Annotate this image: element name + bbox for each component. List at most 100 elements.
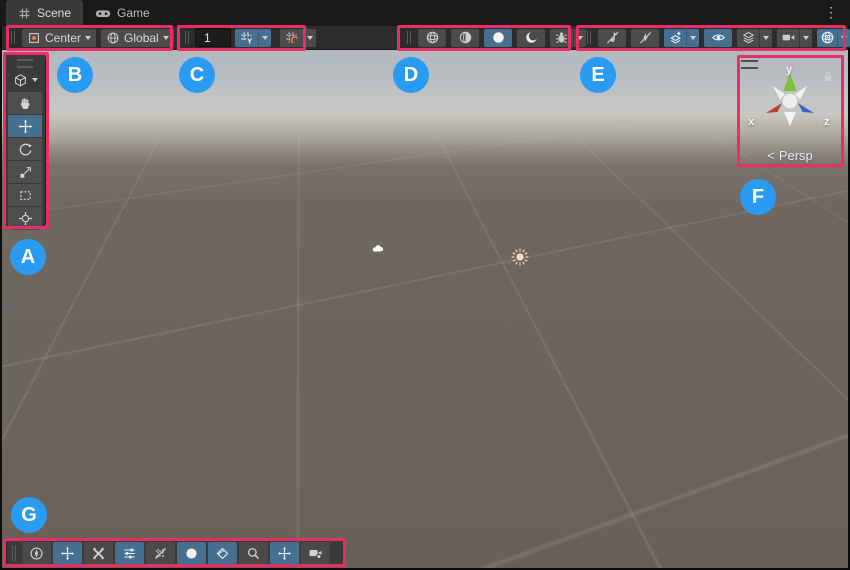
- overlays-toolbar: [6, 540, 345, 566]
- unity-editor-scene-window: Scene Game ⋮ Center Global 1 Y y x z < P…: [0, 0, 850, 570]
- move-tool[interactable]: [8, 115, 42, 138]
- scene-orientation-gizmo[interactable]: [758, 70, 822, 130]
- search-settings-toggle-button[interactable]: [115, 542, 144, 564]
- crescent-mode-button[interactable]: [516, 27, 546, 48]
- drag-handle[interactable]: [12, 545, 16, 561]
- pivot-mode-dropdown[interactable]: Center: [21, 27, 98, 48]
- drag-handle[interactable]: [407, 31, 411, 44]
- snap-increment-input[interactable]: [195, 28, 231, 47]
- shaded-sphere-button[interactable]: [450, 27, 480, 48]
- scale-tool[interactable]: [8, 161, 42, 184]
- layers-dropdown[interactable]: [759, 27, 773, 48]
- projection-arrow-icon: <: [767, 148, 775, 163]
- grid-snapping-compound: [279, 27, 317, 48]
- drag-handle[interactable]: [185, 31, 189, 44]
- gizmos-button[interactable]: [816, 27, 837, 48]
- tool-settings-x-icon: [93, 547, 104, 559]
- debug-draw-button[interactable]: [549, 27, 573, 48]
- wireframe-sphere-icon: [426, 31, 438, 44]
- sliders-icon: [124, 548, 135, 558]
- more-menu-icon[interactable]: ⋮: [824, 3, 838, 21]
- snap-increment-button[interactable]: Y: [234, 27, 258, 48]
- horizon-fog: [2, 114, 848, 166]
- directional-light-gizmo-icon[interactable]: [509, 246, 531, 268]
- hand-icon: [20, 97, 29, 109]
- gizmos-dropdown[interactable]: [837, 27, 850, 48]
- tool-context-dropdown[interactable]: [5, 71, 45, 89]
- camera-settings-dropdown[interactable]: [799, 27, 813, 48]
- scene-visibility-eye-icon: [711, 34, 725, 41]
- grid-snap-toggle-button[interactable]: [146, 542, 175, 564]
- drag-handle[interactable]: [587, 31, 591, 44]
- scene-toggles-toggle-button[interactable]: [208, 542, 237, 564]
- effects-mute-icon: [639, 32, 651, 44]
- rect-tool[interactable]: [8, 184, 42, 207]
- projection-toggle[interactable]: < Persp: [738, 148, 842, 163]
- game-gamepad-icon: [95, 9, 111, 17]
- magnifier-icon: [247, 547, 260, 559]
- object-gizmo-icon[interactable]: [371, 242, 385, 254]
- scene-fx-compound: [663, 27, 700, 48]
- tab-scene-label: Scene: [37, 6, 72, 20]
- scene-toolbar-row: Center Global 1 Y: [2, 26, 850, 50]
- axis-z-label[interactable]: z: [824, 116, 830, 128]
- filled-circle-icon: [492, 32, 504, 43]
- grid-snapping-button[interactable]: [279, 27, 303, 48]
- scene-fx-dropdown[interactable]: [686, 27, 700, 48]
- tool-settings-overlay: Center Global: [8, 26, 175, 49]
- drag-handle[interactable]: [11, 31, 15, 44]
- scene-viewport[interactable]: [2, 50, 848, 568]
- orientation-toggle-button[interactable]: [22, 542, 51, 564]
- shaded-sphere-icon: [459, 31, 471, 44]
- chevron-down-icon: [577, 35, 583, 40]
- chevron-down-icon: [690, 35, 696, 40]
- view-hand-tool[interactable]: [8, 92, 42, 115]
- audio-mute-button[interactable]: [597, 27, 627, 48]
- tab-scene[interactable]: Scene: [6, 0, 84, 26]
- callout-e: E: [580, 57, 616, 93]
- snap-increment-compound: Y: [234, 27, 272, 48]
- scene-fx-button[interactable]: [663, 27, 686, 48]
- lock-icon[interactable]: [822, 70, 834, 83]
- rotate-tool[interactable]: [8, 138, 42, 161]
- move-cross-icon: [60, 546, 75, 560]
- audio-mute-icon: [606, 31, 618, 44]
- snap-increment-dropdown[interactable]: [258, 27, 272, 48]
- axis-y-label[interactable]: y: [786, 64, 792, 76]
- camera-overlay-toggle-button[interactable]: [301, 542, 330, 564]
- tool-settings-toggle-button[interactable]: [84, 542, 113, 564]
- scene-visibility-button[interactable]: [703, 27, 733, 48]
- chevron-down-icon: [841, 35, 847, 40]
- tab-game[interactable]: Game: [83, 0, 162, 26]
- tools-toggle-button[interactable]: [53, 542, 82, 564]
- callout-f: F: [740, 179, 776, 215]
- wireframe-sphere-button[interactable]: [417, 27, 447, 48]
- view-options-toggle-button[interactable]: [177, 542, 206, 564]
- camera-icon: [782, 34, 794, 41]
- drag-handle[interactable]: [17, 59, 33, 68]
- layers-compound: [736, 27, 773, 48]
- drag-handle[interactable]: [741, 60, 758, 69]
- callout-a: A: [10, 239, 46, 275]
- grid-snap-overlay: Y: [182, 26, 317, 49]
- projection-label: Persp: [778, 148, 813, 163]
- layers-button[interactable]: [736, 27, 759, 48]
- tab-game-label: Game: [117, 6, 150, 20]
- effects-mute-button[interactable]: [630, 27, 660, 48]
- grid-snapping-dropdown[interactable]: [303, 27, 317, 48]
- snap-axis-glyph: Y: [247, 37, 252, 45]
- handle-orientation-dropdown[interactable]: Global: [100, 27, 175, 48]
- transform-overlay-toggle-button[interactable]: [270, 542, 299, 564]
- chevron-down-icon: [763, 35, 769, 40]
- callout-g: G: [11, 497, 47, 533]
- transform-tool[interactable]: [8, 207, 42, 230]
- chevron-down-icon: [85, 35, 92, 40]
- axis-x-label[interactable]: x: [748, 116, 754, 128]
- orientation-overlay: y x z < Persp: [738, 58, 842, 163]
- cross-dots-icon: [278, 546, 291, 560]
- shaded-mode-button[interactable]: [483, 27, 513, 48]
- camera-settings-button[interactable]: [776, 27, 799, 48]
- crescent-circle-icon: [525, 31, 538, 43]
- search-overlay-toggle-button[interactable]: [239, 542, 268, 564]
- move-icon: [18, 119, 32, 133]
